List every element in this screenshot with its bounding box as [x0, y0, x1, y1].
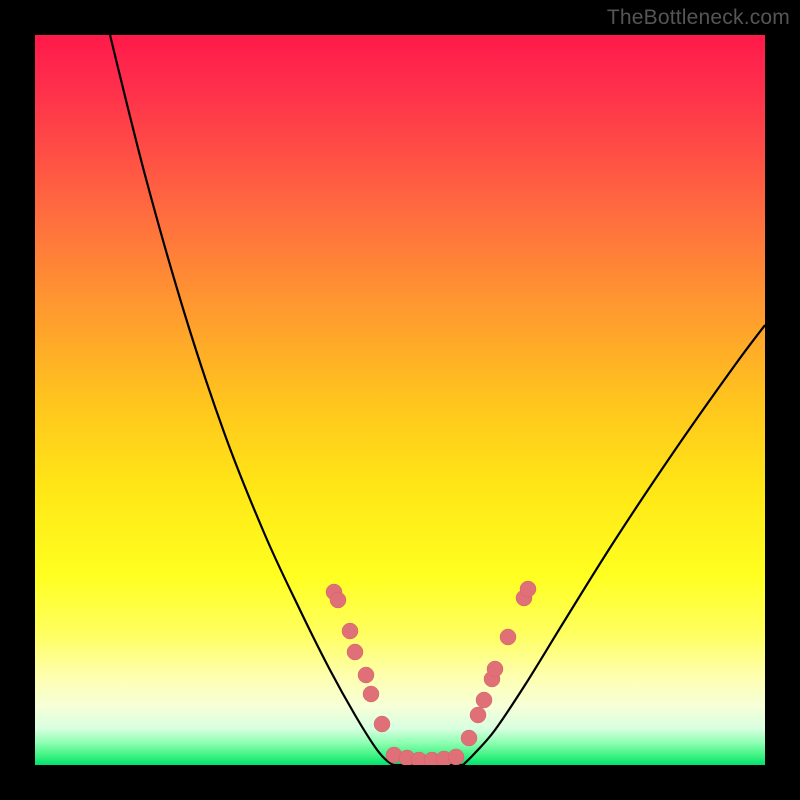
data-marker: [520, 581, 536, 597]
data-marker: [363, 686, 379, 702]
chart-frame: TheBottleneck.com: [0, 0, 800, 800]
data-marker: [448, 749, 464, 765]
data-marker: [500, 629, 516, 645]
curve-path: [110, 35, 765, 765]
data-marker: [476, 692, 492, 708]
data-marker: [374, 716, 390, 732]
data-markers: [326, 581, 536, 765]
data-marker: [347, 644, 363, 660]
chart-svg: [35, 35, 765, 765]
data-marker: [358, 667, 374, 683]
bottleneck-curve: [110, 35, 765, 765]
plot-area: [35, 35, 765, 765]
data-marker: [342, 623, 358, 639]
data-marker: [330, 592, 346, 608]
data-marker: [470, 707, 486, 723]
watermark-text: TheBottleneck.com: [607, 6, 790, 30]
data-marker: [461, 730, 477, 746]
data-marker: [487, 661, 503, 677]
